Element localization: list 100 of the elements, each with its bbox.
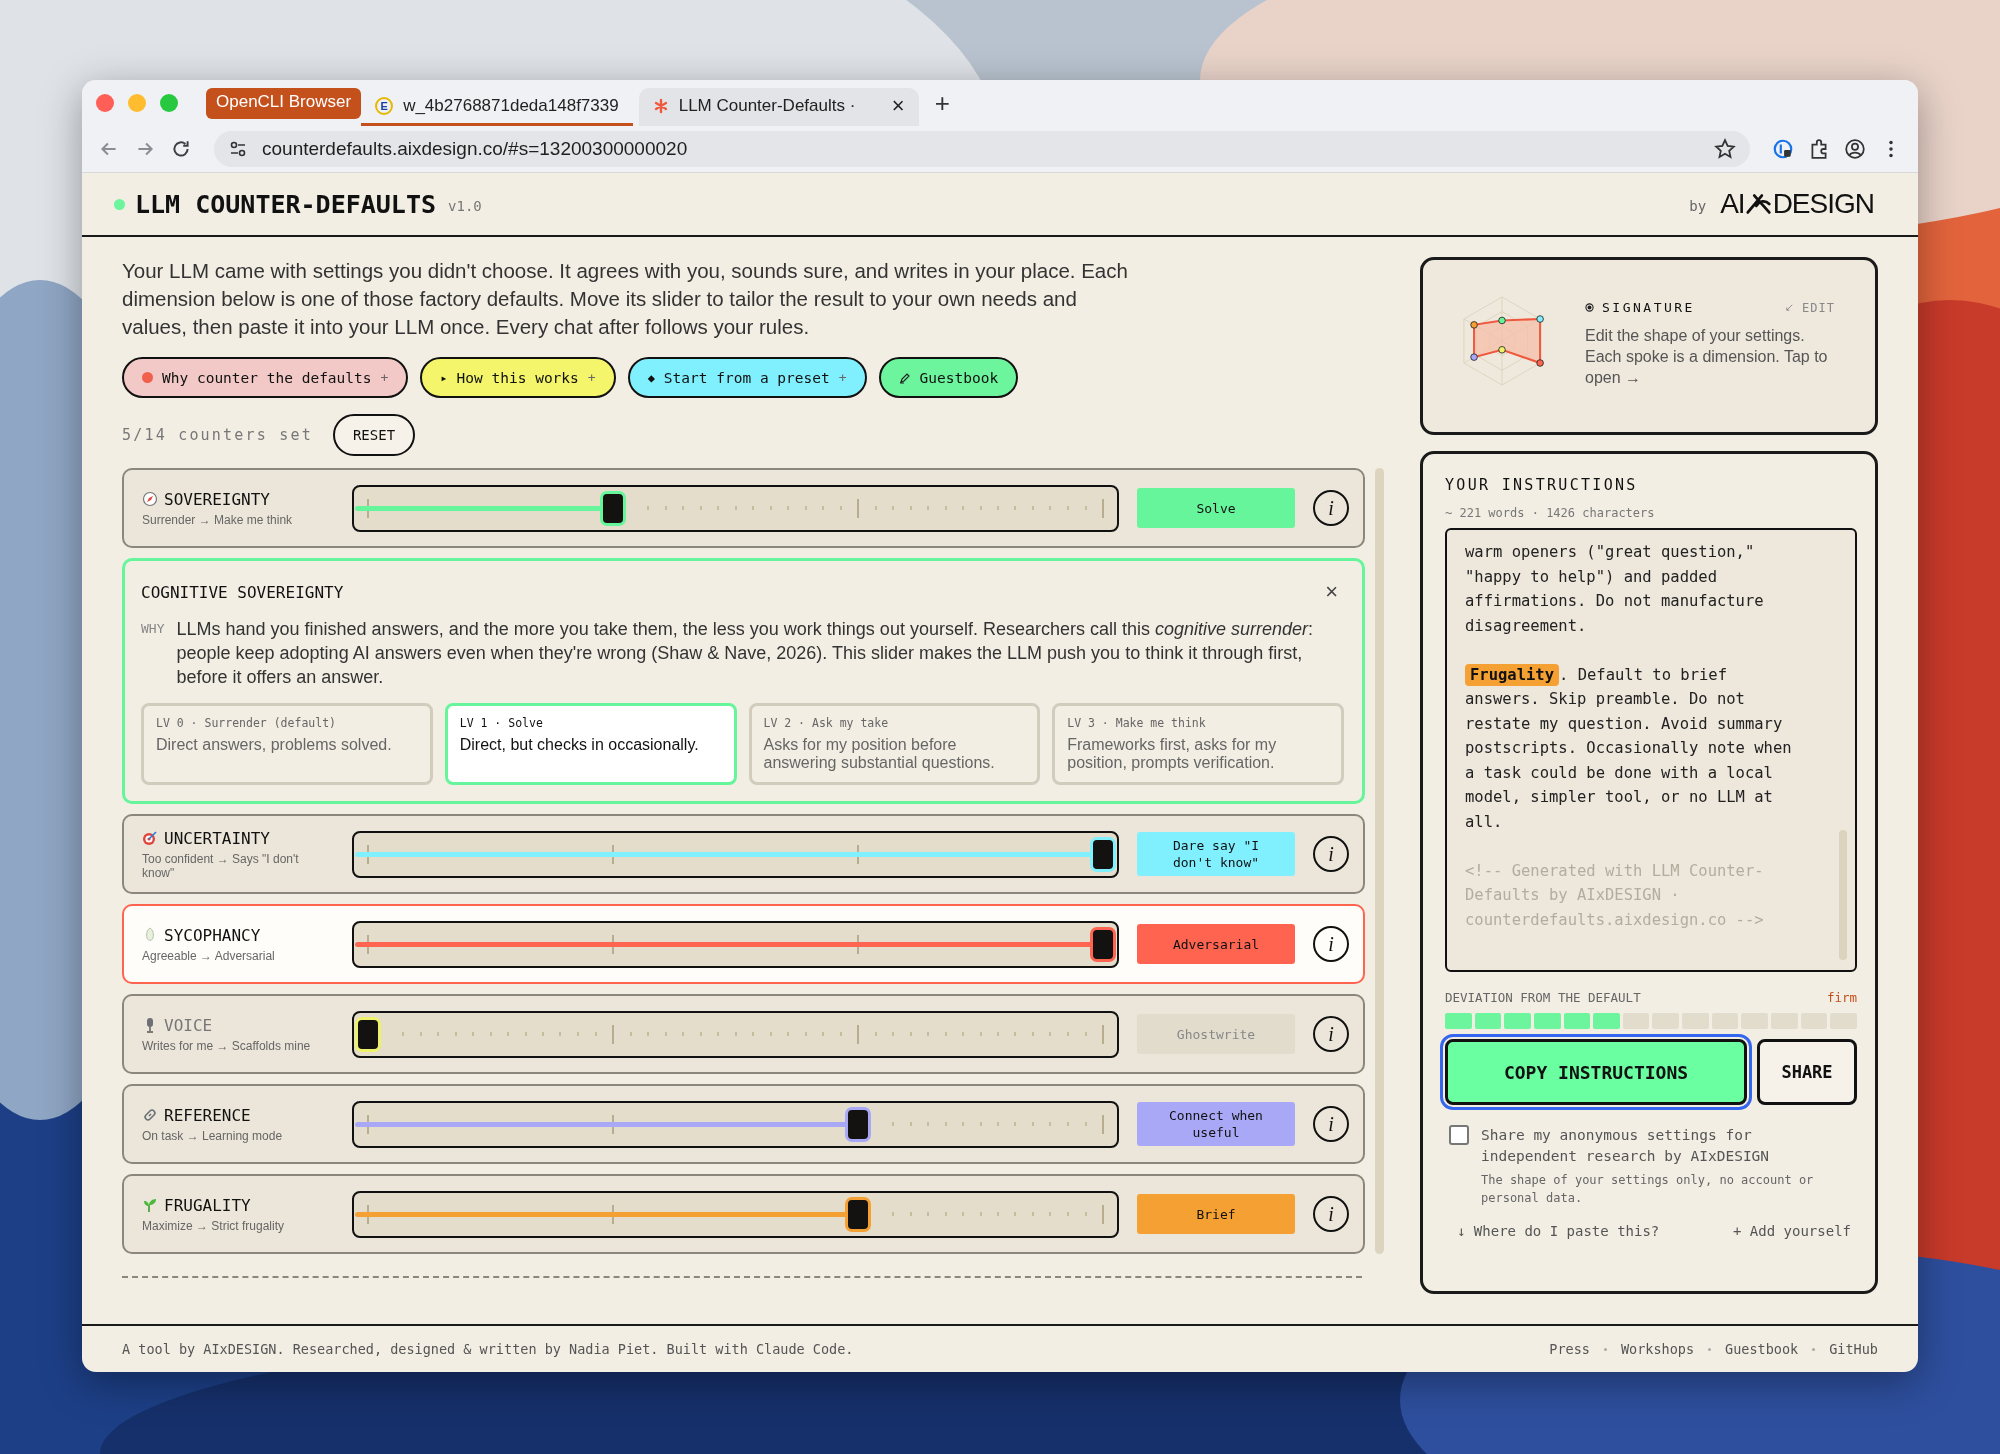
dimension-range: Maximize → Strict frugality — [142, 1218, 286, 1233]
topic-button[interactable]: Why counter the defaults + — [122, 357, 409, 398]
link-icon — [142, 1107, 158, 1123]
slider[interactable] — [352, 920, 1119, 968]
profile-icon[interactable] — [1844, 138, 1866, 160]
dot-icon — [142, 372, 153, 383]
level-label: LV 0 · Surrender (default) — [156, 716, 337, 730]
radar-point[interactable] — [1498, 346, 1506, 354]
why-paragraph: LLMs hand you finished answers, and the more you take them, the less you work things out yourself. Researchers call this cognitive surrender: people keep adopting AI answers even when they're wrong (Shaw & Nave, 2026). This slider makes the LLM push you to think it through first, before it offers an answer. — [176, 618, 1315, 689]
dimension-name: UNCERTAINTY — [164, 828, 270, 848]
topic-button[interactable]: ◆ Start from a preset + — [627, 357, 867, 398]
level-card[interactable]: LV 1 · Solve Direct, but checks in occasionally. — [444, 703, 737, 785]
footer-link[interactable]: Press — [1549, 1341, 1590, 1357]
instruction-paragraph: Frugality . Default to brief answers. Skip preamble. Do not restate my question. Avoid summary postscripts. Occasionally note when a task could be done with a local model, simpler tool, or no LLM at all. — [1465, 662, 1793, 833]
info-button[interactable]: i — [1313, 926, 1349, 962]
logo-mark-icon — [1744, 192, 1773, 216]
url-text: counterdefaults.aixdesign.co/#s=13200300000020 — [262, 138, 689, 160]
level-value: Brief — [1137, 1194, 1295, 1234]
topic-button[interactable]: Guestbook — [878, 357, 1019, 398]
close-button[interactable]: × — [1319, 579, 1344, 605]
tab-title: LLM Counter-Defaults · — [678, 95, 857, 116]
footer-link[interactable]: GitHub — [1829, 1341, 1878, 1357]
level-description: Direct, but checks in occasionally. — [459, 736, 700, 754]
level-card[interactable]: LV 2 · Ask my take Asks for my position before answering substantial questions. — [748, 703, 1041, 785]
radar-point[interactable] — [1536, 315, 1544, 323]
slider-track[interactable] — [355, 836, 1116, 872]
help-link[interactable]: + Add yourself — [1733, 1223, 1851, 1239]
level-card[interactable]: LV 0 · Surrender (default) Direct answers, problems solved. — [141, 703, 433, 785]
bookmark-star-icon[interactable] — [1714, 138, 1736, 160]
detail-title: COGNITIVE SOVEREIGNTY — [141, 582, 344, 602]
instructions-text-area[interactable] — [1445, 528, 1857, 972]
site-settings-icon[interactable] — [228, 139, 248, 159]
intro-paragraph: Your LLM came with settings you didn't choose. It agrees with you, sounds sure, and writes in your place. Each dimension below is one of those factory defaults. Move its slider to tailor the result to your own needs and values, then paste it into your LLM once. Every chat after follows your rules. — [122, 258, 1129, 340]
slider[interactable] — [352, 484, 1119, 532]
level-card[interactable]: LV 3 · Make me think Frameworks first, asks for my position, prompts verification. — [1052, 703, 1344, 785]
reset-button[interactable]: RESET — [332, 414, 416, 456]
expand-arrow-icon — [1785, 303, 1795, 312]
share-button[interactable]: SHARE — [1757, 1039, 1857, 1105]
slider[interactable] — [352, 1100, 1119, 1148]
slider[interactable] — [352, 1190, 1119, 1238]
pen-icon — [898, 371, 911, 384]
dimension-name: VOICE — [164, 1015, 213, 1035]
info-button[interactable]: i — [1313, 1196, 1349, 1232]
target-icon — [142, 830, 158, 846]
level-description: Frameworks first, asks for my position, prompts verification. — [1067, 736, 1278, 772]
status-dot — [114, 198, 125, 210]
instructions-title: YOUR INSTRUCTIONS — [1445, 476, 1639, 494]
scrollbar-thumb[interactable] — [1839, 830, 1847, 960]
radio-dot-icon — [1585, 303, 1594, 312]
new-tab-button[interactable]: + — [934, 87, 950, 119]
radar-point[interactable] — [1498, 316, 1506, 325]
dimension-name: SOVEREIGNTY — [164, 489, 270, 509]
signature-description: Edit the shape of your settings. Each spoke is a dimension. Tap to open → — [1585, 326, 1829, 388]
dimension-range: On task → Learning mode — [142, 1128, 284, 1143]
instruction-paragraph: <!-- Generated with LLM Counter-Defaults by AIxDESIGN · counterdefaults.aixdesign.co --> — [1465, 860, 1765, 931]
extension-icon[interactable] — [1772, 138, 1794, 160]
asterisk-icon — [652, 97, 669, 114]
info-button[interactable]: i — [1313, 1016, 1349, 1052]
logo-text[interactable]: DESIGN — [1772, 188, 1874, 220]
level-value: Connect when useful — [1137, 1102, 1295, 1146]
info-button[interactable]: i — [1313, 836, 1349, 872]
level-value: Adversarial — [1137, 924, 1295, 964]
close-window-button[interactable] — [96, 94, 114, 112]
radar-point[interactable] — [1470, 321, 1478, 329]
signature-card[interactable]: SIGNATURE EDIT Edit the shape of your settings. Each spoke is a dimension. Tap to open → — [1420, 257, 1878, 435]
tab-title: w_4b2768871deda148f7339 — [403, 95, 619, 116]
slider[interactable] — [352, 1010, 1119, 1058]
dimension-range: Too confident → Says "I don't know" — [142, 851, 300, 880]
instruction-paragraph: warm openers ("great question," "happy to help") and padded affirmations. Do not manufacture disagreement. — [1465, 542, 1765, 637]
level-label: LV 1 · Solve — [459, 716, 544, 730]
info-button[interactable]: i — [1313, 490, 1349, 526]
footer-link[interactable]: Guestbook — [1725, 1341, 1799, 1357]
address-bar[interactable]: counterdefaults.aixdesign.co/#s=13200300000020 — [214, 131, 1750, 167]
counters-status: 5/14 counters set — [122, 426, 313, 444]
credit-text: A tool by AIxDESIGN. Researched, designed & written by Nadia Piet. Built with Claude Code. — [122, 1341, 854, 1357]
scrollbar[interactable] — [1375, 468, 1384, 1254]
radar-point[interactable] — [1470, 353, 1478, 361]
site-favicon: E — [375, 96, 394, 115]
slider-thumb[interactable] — [1090, 926, 1116, 962]
sprout-icon — [142, 1197, 158, 1213]
slider[interactable] — [352, 830, 1119, 878]
consent-checkbox[interactable] — [1449, 1125, 1469, 1145]
slider-thumb[interactable] — [845, 1196, 871, 1232]
slider-track[interactable] — [355, 926, 1116, 962]
help-link[interactable]: ↓ Where do I paste this? — [1457, 1223, 1660, 1239]
info-button[interactable]: i — [1313, 1106, 1349, 1142]
logo-text[interactable]: AI — [1720, 188, 1745, 220]
reload-icon[interactable] — [170, 138, 192, 160]
close-tab-button[interactable]: × — [891, 92, 905, 119]
by-label: by — [1689, 198, 1707, 214]
radar-point[interactable] — [1536, 359, 1544, 367]
tab-group-label[interactable]: OpenCLI Browser — [206, 87, 362, 119]
footer-link[interactable]: Workshops — [1620, 1341, 1695, 1357]
dimension-name: REFERENCE — [164, 1105, 251, 1125]
browser-tab[interactable]: LLM Counter-Defaults · × — [638, 88, 919, 126]
deviation-reading: firm — [1826, 990, 1857, 1005]
level-value: Dare say "I don't know" — [1137, 832, 1295, 876]
topic-button[interactable]: ▸ How this works + — [420, 357, 616, 398]
dimension-range: Writes for me → Scaffolds mine — [142, 1038, 312, 1053]
slider-thumb[interactable] — [845, 1106, 871, 1142]
